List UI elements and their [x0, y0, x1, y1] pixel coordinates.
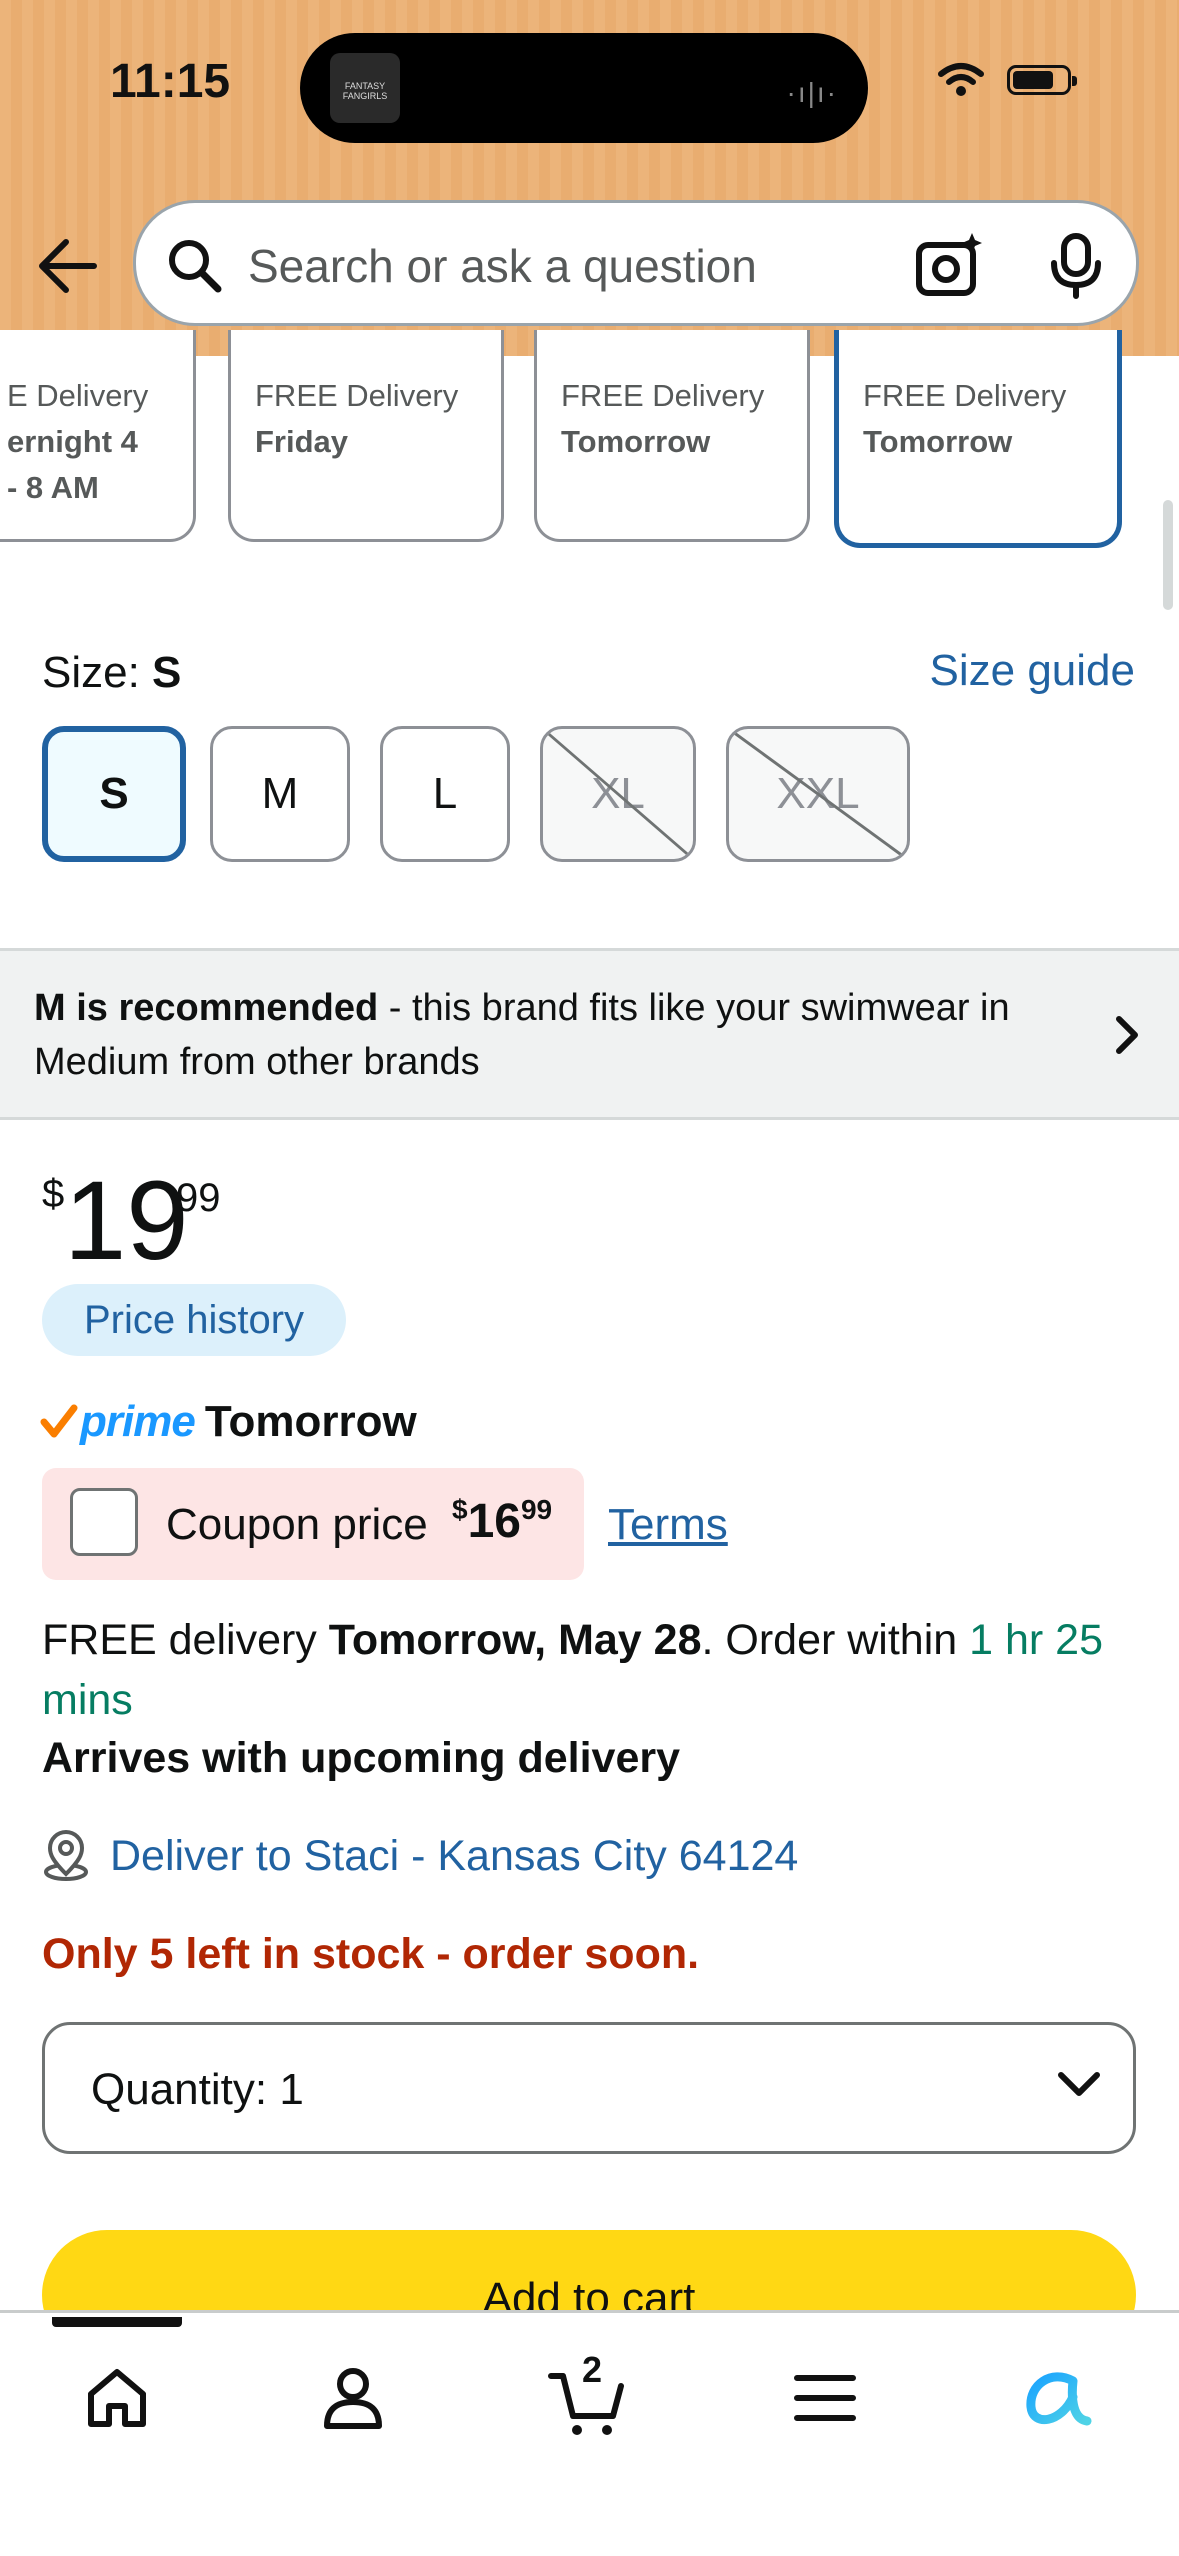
quantity-text: Quantity: 1: [91, 2065, 304, 2115]
microphone-icon[interactable]: [1048, 233, 1104, 299]
coupon-terms-link[interactable]: Terms: [608, 1500, 728, 1550]
delivery-prefix: FREE delivery: [42, 1616, 329, 1664]
audio-wave-icon: ·ı|ı·: [786, 77, 838, 108]
delivery-option-4[interactable]: FREE Delivery Tomorrow: [834, 330, 1122, 548]
coupon-label: Coupon price: [166, 1500, 428, 1549]
delivery-option-1[interactable]: E Delivery ernight 4 - 8 AM: [0, 330, 196, 542]
delivery-option-label: E Delivery: [7, 378, 149, 413]
page-scrollbar[interactable]: [1163, 500, 1173, 610]
status-icons: [937, 62, 1077, 98]
account-icon[interactable]: [308, 2353, 398, 2443]
size-recommendation-banner[interactable]: M is recommended - this brand fits like …: [0, 948, 1179, 1120]
chevron-down-icon: [1058, 2072, 1100, 2096]
size-option-label: M: [261, 769, 299, 818]
prime-logo-text: prime: [80, 1397, 196, 1446]
size-label-text: Size:: [42, 648, 153, 697]
delivery-option-time: - 8 AM: [7, 470, 99, 505]
dynamic-island: FANTASY FANGIRLS ·ı|ı·: [300, 33, 868, 143]
cart-icon[interactable]: 2: [544, 2349, 634, 2443]
size-option-l[interactable]: L: [380, 726, 510, 862]
prime-badge: prime Tomorrow: [40, 1392, 417, 1452]
rufus-ai-icon[interactable]: [1016, 2353, 1106, 2443]
size-option-label: S: [99, 769, 129, 818]
coupon-price-whole: 16: [467, 1495, 521, 1548]
quantity-value: 1: [279, 2065, 304, 2114]
bottom-navigation: 2: [0, 2310, 1179, 2556]
island-app-logo: FANTASY FANGIRLS: [330, 53, 400, 123]
unavailable-strike-icon: [543, 729, 693, 859]
coupon-checkbox[interactable]: [70, 1488, 138, 1556]
coupon-box[interactable]: Coupon price $1699: [42, 1468, 584, 1580]
coupon-price-symbol: $: [452, 1494, 468, 1525]
price-fraction: 99: [176, 1176, 221, 1220]
delivery-option-day: Tomorrow: [863, 424, 1013, 459]
menu-icon[interactable]: [780, 2353, 870, 2443]
wifi-icon: [938, 63, 984, 96]
back-arrow-icon[interactable]: [36, 236, 98, 296]
size-option-m[interactable]: M: [210, 726, 350, 862]
price-whole: 19: [64, 1158, 189, 1283]
deliver-to-address[interactable]: Deliver to Staci - Kansas City 64124: [110, 1832, 798, 1881]
cart-count-badge: 2: [582, 2349, 603, 2390]
delivery-option-label: FREE Delivery: [255, 378, 459, 413]
arrives-note: Arrives with upcoming delivery: [42, 1734, 681, 1782]
active-tab-indicator: [52, 2317, 182, 2327]
status-time: 11:15: [110, 55, 231, 108]
search-input[interactable]: Search or ask a question: [248, 239, 757, 293]
prime-check-icon: [40, 1404, 78, 1438]
selected-size: S: [152, 648, 182, 697]
delivery-message: FREE delivery Tomorrow, May 28. Order wi…: [42, 1610, 1142, 1730]
quantity-selector[interactable]: Quantity: 1: [42, 2022, 1136, 2154]
delivery-option-label: FREE Delivery: [561, 378, 765, 413]
unavailable-strike-icon: [729, 729, 907, 859]
price-history-button[interactable]: Price history: [42, 1284, 346, 1356]
top-header: 11:15 FANTASY FANGIRLS ·ı|ı· Search or a…: [0, 0, 1179, 356]
size-option-label: L: [432, 769, 458, 818]
size-option-xl[interactable]: XL: [540, 726, 696, 862]
delivery-option-day: Tomorrow: [561, 424, 711, 459]
delivery-middle: . Order within: [701, 1616, 970, 1664]
recommendation-bold: M is recommended: [34, 987, 379, 1029]
location-pin-icon: [44, 1830, 88, 1881]
deliver-to-link[interactable]: Deliver to Staci - Kansas City 64124: [42, 1826, 798, 1886]
delivery-date: Tomorrow, May 28: [328, 1616, 702, 1664]
chevron-right-icon: [1116, 1016, 1138, 1054]
delivery-option-day: Friday: [255, 424, 349, 459]
search-bar[interactable]: Search or ask a question: [133, 200, 1139, 326]
search-icon: [169, 240, 222, 293]
coupon-price: $1699: [452, 1494, 552, 1549]
size-guide-link[interactable]: Size guide: [930, 646, 1135, 696]
size-label: Size: S: [42, 648, 181, 698]
delivery-option-2[interactable]: FREE Delivery Friday: [228, 330, 504, 542]
quantity-label: Quantity:: [91, 2065, 280, 2114]
coupon-price-fraction: 99: [520, 1494, 553, 1525]
home-icon[interactable]: [72, 2353, 162, 2443]
recommendation-text: M is recommended - this brand fits like …: [34, 981, 1094, 1089]
camera-search-icon[interactable]: [914, 231, 984, 301]
delivery-option-day: ernight 4: [7, 424, 138, 459]
prime-delivery-day: Tomorrow: [204, 1397, 417, 1446]
delivery-option-label: FREE Delivery: [863, 378, 1067, 413]
size-option-s[interactable]: S: [42, 726, 186, 862]
delivery-option-3[interactable]: FREE Delivery Tomorrow: [534, 330, 810, 542]
battery-icon: [1007, 65, 1077, 95]
price-symbol: $: [42, 1172, 65, 1216]
size-option-xxl[interactable]: XXL: [726, 726, 910, 862]
stock-warning: Only 5 left in stock - order soon.: [42, 1930, 700, 1978]
